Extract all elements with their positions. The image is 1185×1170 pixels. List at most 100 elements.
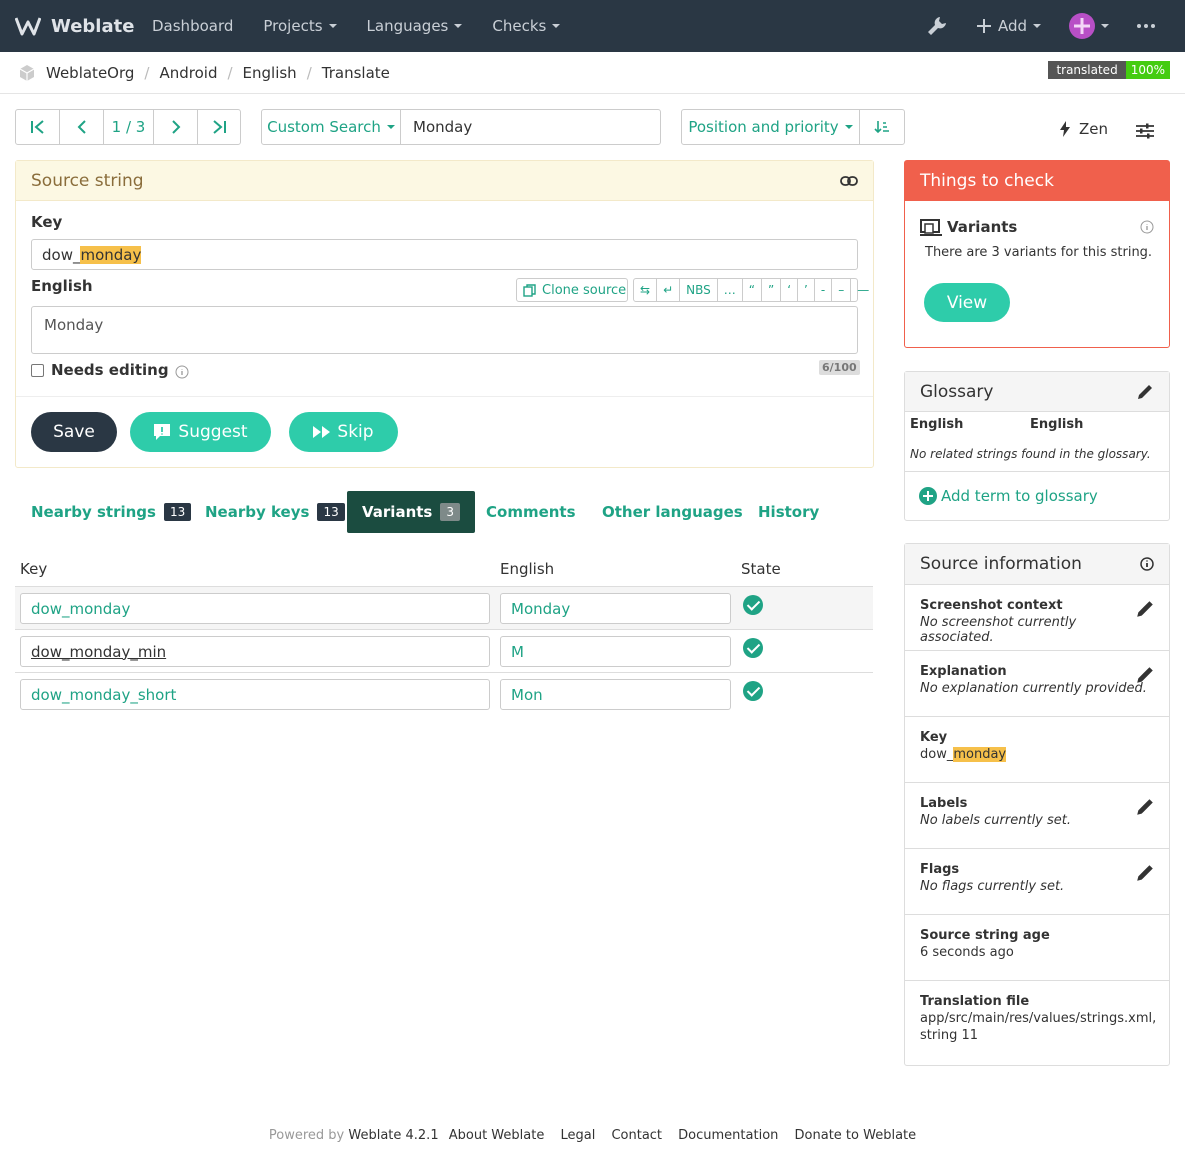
glossary-column-source: English xyxy=(910,417,964,432)
translation-status-badge[interactable]: translated 100% xyxy=(1048,61,1170,79)
pencil-icon[interactable] xyxy=(1135,599,1155,619)
nav-checks[interactable]: Checks xyxy=(477,0,575,52)
length-counter: 6/100 xyxy=(819,360,860,375)
variant-text[interactable]: Monday xyxy=(500,593,731,624)
footer-link[interactable]: Legal xyxy=(560,1128,595,1143)
pencil-icon[interactable] xyxy=(1135,863,1155,883)
tab-nearby-keys[interactable]: Nearby keys 13 xyxy=(205,491,345,533)
first-icon xyxy=(30,120,44,134)
caret-down-icon xyxy=(386,125,395,129)
tab-nearby-strings[interactable]: Nearby strings 13 xyxy=(31,491,192,533)
special-char-button[interactable]: ” xyxy=(762,279,782,301)
suggest-button[interactable]: Suggest xyxy=(130,412,271,452)
add-circle-icon xyxy=(919,487,937,505)
zen-button[interactable]: Zen xyxy=(1060,120,1108,138)
next-button[interactable] xyxy=(154,110,198,144)
special-char-button[interactable]: - xyxy=(815,279,833,301)
navigation-buttons: 1 / 3 xyxy=(15,109,241,145)
add-menu[interactable]: Add xyxy=(962,0,1055,52)
brand-link[interactable]: Weblate xyxy=(15,15,137,37)
footer-link[interactable]: Contact xyxy=(611,1128,662,1143)
translation-textarea[interactable]: Monday xyxy=(31,306,858,354)
add-term-link[interactable]: Add term to glossary xyxy=(918,486,1098,506)
special-char-button[interactable]: ‘ xyxy=(781,279,799,301)
variant-text[interactable]: M xyxy=(500,636,731,667)
sort-direction-button[interactable] xyxy=(860,110,904,144)
special-char-button[interactable]: “ xyxy=(743,279,762,301)
previous-button[interactable] xyxy=(60,110,104,144)
clone-source-button[interactable]: Clone source xyxy=(516,278,628,302)
settings-button[interactable] xyxy=(1136,123,1154,143)
breadcrumb-project[interactable]: WeblateOrg xyxy=(46,64,134,82)
breadcrumb-language[interactable]: English xyxy=(243,64,297,82)
skip-button[interactable]: Skip xyxy=(289,412,398,452)
variant-text[interactable]: Mon xyxy=(500,679,731,710)
variant-key-link[interactable]: dow_monday xyxy=(20,593,490,624)
last-icon xyxy=(213,120,226,134)
brand-name: Weblate xyxy=(51,15,135,37)
table-row: dow_monday Monday xyxy=(15,586,873,629)
info-filled-icon[interactable] xyxy=(1140,557,1154,571)
flags-item: Flags No flags currently set. xyxy=(905,848,1169,914)
link-icon[interactable] xyxy=(840,175,858,186)
check-title: Variants xyxy=(947,218,1018,236)
special-char-button[interactable]: ⇆ xyxy=(634,279,658,301)
search-input[interactable]: Monday xyxy=(401,110,660,144)
nav-projects[interactable]: Projects xyxy=(248,0,351,52)
sliders-icon xyxy=(1136,123,1154,139)
fast-forward-icon xyxy=(313,426,331,438)
panel-title: Source string xyxy=(31,170,144,191)
special-char-button[interactable]: NBS xyxy=(680,279,718,301)
caret-down-icon xyxy=(1101,24,1109,28)
tab-variants[interactable]: Variants 3 xyxy=(347,491,475,533)
chevron-left-icon xyxy=(77,120,86,134)
pencil-icon[interactable] xyxy=(1135,665,1155,685)
pencil-icon[interactable] xyxy=(1136,383,1154,401)
caret-down-icon xyxy=(844,125,853,129)
labels-item: Labels No labels currently set. xyxy=(905,782,1169,848)
variant-key-link[interactable]: dow_monday_min xyxy=(20,636,490,667)
footer-link[interactable]: Donate to Weblate xyxy=(795,1128,917,1143)
column-header-key: Key xyxy=(20,560,48,578)
sort-dropdown[interactable]: Position and priority xyxy=(682,110,860,144)
caret-down-icon xyxy=(1033,24,1041,28)
last-button[interactable] xyxy=(198,110,240,144)
needs-editing-checkbox[interactable] xyxy=(31,363,44,377)
project-cube-icon xyxy=(19,64,35,81)
position-indicator: 1 / 3 xyxy=(104,110,154,144)
footer-link[interactable]: Documentation xyxy=(678,1128,778,1143)
source-age-item: Source string age 6 seconds ago xyxy=(905,914,1169,980)
clone-icon xyxy=(523,283,536,297)
more-menu[interactable] xyxy=(1123,0,1185,52)
info-icon[interactable] xyxy=(1140,220,1154,234)
save-button[interactable]: Save xyxy=(31,412,117,452)
special-char-button[interactable]: ’ xyxy=(798,279,815,301)
pencil-icon[interactable] xyxy=(1135,797,1155,817)
tab-comments[interactable]: Comments xyxy=(486,491,576,533)
caret-down-icon xyxy=(454,24,463,28)
breadcrumb-translate[interactable]: Translate xyxy=(322,64,390,82)
footer-link[interactable]: About Weblate xyxy=(449,1128,545,1143)
special-char-button[interactable]: — xyxy=(851,279,875,301)
nav-dashboard[interactable]: Dashboard xyxy=(137,0,248,52)
tab-history[interactable]: History xyxy=(758,491,819,533)
tab-other-languages[interactable]: Other languages xyxy=(602,491,743,533)
special-char-button[interactable]: ↵ xyxy=(657,279,681,301)
needs-editing-checkbox-row[interactable]: Needs editing xyxy=(31,361,189,379)
search-type-dropdown[interactable]: Custom Search xyxy=(262,110,401,144)
first-button[interactable] xyxy=(16,110,60,144)
special-char-button[interactable]: – xyxy=(832,279,852,301)
user-menu[interactable] xyxy=(1055,0,1123,52)
footer-version-link[interactable]: Weblate 4.2.1 xyxy=(348,1128,438,1143)
nav-languages[interactable]: Languages xyxy=(352,0,478,52)
panel-title: Source information xyxy=(920,554,1082,574)
special-char-button[interactable]: … xyxy=(718,279,743,301)
variant-key-link[interactable]: dow_monday_short xyxy=(20,679,490,710)
sort-group: Position and priority xyxy=(681,109,905,145)
breadcrumb-component[interactable]: Android xyxy=(159,64,217,82)
top-navbar: Weblate Dashboard Projects Languages Che… xyxy=(0,0,1185,52)
weblate-logo-icon xyxy=(15,17,41,36)
chevron-right-icon xyxy=(171,120,180,134)
view-variants-button[interactable]: View xyxy=(924,283,1010,322)
admin-wrench-button[interactable] xyxy=(912,0,962,52)
